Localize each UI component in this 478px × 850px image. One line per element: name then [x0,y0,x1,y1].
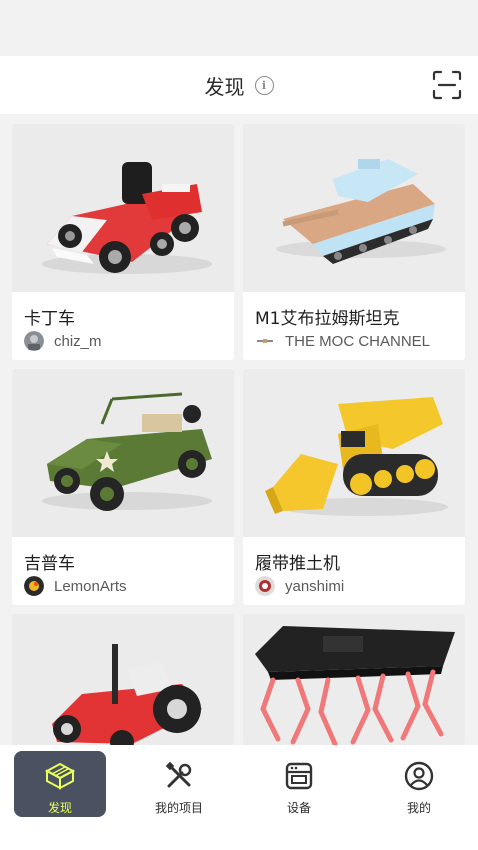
tank-image [243,124,465,292]
card-author: chiz_m [24,331,102,351]
model-card[interactable] [243,614,465,745]
card-title: 卡丁车 [24,309,75,329]
model-card[interactable]: M1艾布拉姆斯坦克 THE MOC CHANNEL [243,124,465,360]
nav-discover[interactable]: 发现 [14,751,106,817]
nav-label: 设备 [286,801,311,815]
discover-icon [44,762,76,790]
avatar [255,576,275,596]
nav-devices[interactable]: 设备 [253,751,345,817]
model-card[interactable] [12,614,234,745]
top-header: 发现 i [0,56,478,114]
tools-icon [165,761,192,788]
nav-label: 发现 [47,801,72,815]
jeep-image [12,369,234,537]
status-bar [0,0,478,56]
model-card[interactable]: 吉普车 LemonArts [12,369,234,605]
author-name: THE MOC CHANNEL [285,332,431,350]
walking-robot-image [243,614,465,745]
author-name: chiz_m [54,332,102,350]
nav-me[interactable]: 我的 [373,751,465,817]
printer-icon [285,762,313,790]
model-card[interactable]: 卡丁车 chiz_m [12,124,234,360]
page-title: 发现 [204,74,245,99]
model-card[interactable]: 履带推土机 yanshimi [243,369,465,605]
card-author: THE MOC CHANNEL [255,331,431,351]
bulldozer-image [243,369,465,537]
scan-icon[interactable] [432,70,462,100]
profile-icon [404,761,434,791]
card-title: 履带推土机 [255,554,340,574]
info-icon[interactable]: i [254,75,274,95]
card-title: 吉普车 [24,554,75,574]
tractor-image [12,614,234,745]
card-author: LemonArts [24,576,127,596]
avatar [24,576,44,596]
card-title: M1艾布拉姆斯坦克 [255,309,400,329]
author-name: yanshimi [285,577,345,595]
author-name: LemonArts [54,577,127,595]
nav-my-projects[interactable]: 我的项目 [133,751,225,817]
card-author: yanshimi [255,576,345,596]
nav-label: 我的 [406,801,431,815]
go-kart-image [12,124,234,292]
avatar [255,331,275,351]
bottom-nav: 发现 我的项目 设备 我的 [0,745,478,850]
nav-label: 我的项目 [154,801,203,815]
avatar [24,331,44,351]
